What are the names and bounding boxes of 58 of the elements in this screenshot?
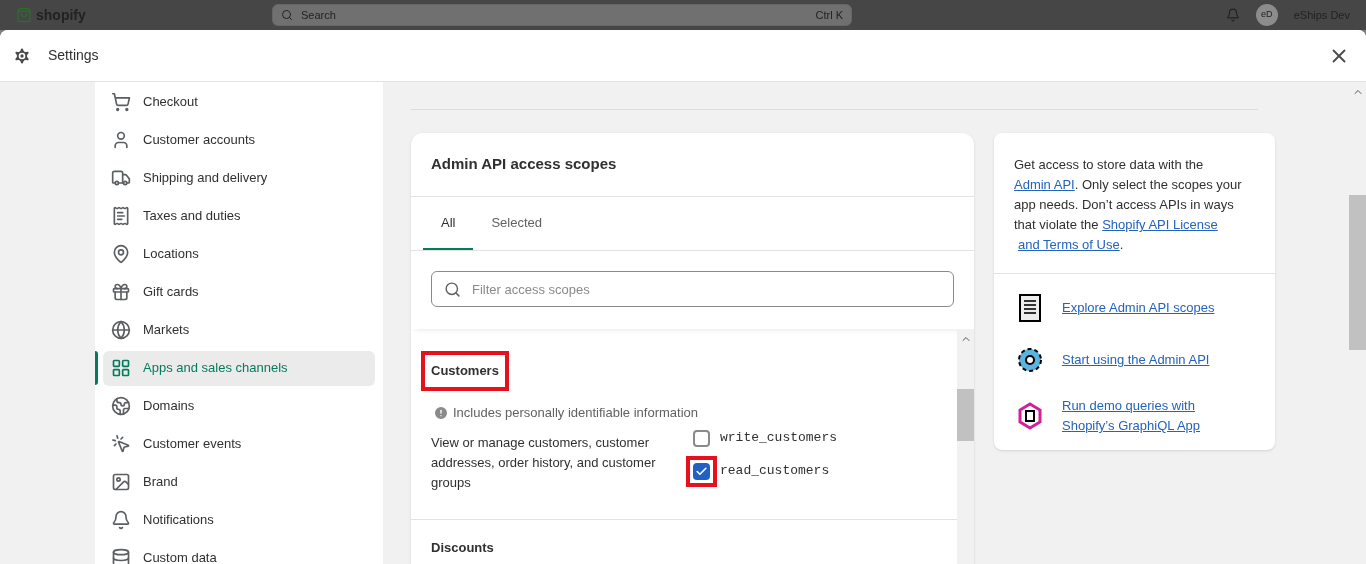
section-title: Customers [431, 363, 499, 379]
person-icon [111, 130, 131, 150]
gift-icon [111, 282, 131, 302]
scope-checkbox[interactable] [693, 429, 710, 447]
scope-name: read_customers [720, 462, 830, 481]
scope-name: write_customers [720, 429, 838, 448]
globe-icon [111, 320, 131, 340]
receipt-icon [111, 206, 131, 226]
shortcut-hint: Ctrl K [815, 7, 843, 23]
bell-icon [111, 510, 131, 530]
window-title: Settings [48, 46, 99, 65]
section-description: View or manage customers, customer addresses, order history, and customer groups [431, 433, 657, 492]
sidebar-item[interactable]: Customer events [103, 426, 375, 462]
scrollbar-thumb[interactable] [1349, 195, 1366, 350]
tab[interactable]: All [423, 197, 474, 250]
resource-link[interactable]: Run demo queries with Shopify’s GraphiQL App [1062, 396, 1222, 436]
pointer-icon [111, 434, 131, 454]
text-link[interactable]: and Terms of Use [1018, 237, 1120, 252]
scrollbar[interactable] [957, 329, 974, 564]
resource-link[interactable]: Start using the Admin API [1062, 350, 1222, 370]
alert-icon [433, 404, 449, 421]
database-icon [111, 548, 131, 564]
sidebar-item[interactable]: Brand [103, 464, 375, 500]
truck-icon [111, 168, 131, 188]
resource-link[interactable]: Explore Admin API scopes [1062, 298, 1222, 318]
scrollbar-thumb[interactable] [957, 389, 974, 441]
text-link[interactable]: Shopify API License [1102, 217, 1218, 232]
cart-icon [111, 92, 131, 112]
sidebar-item[interactable]: Gift cards [103, 274, 375, 310]
section-title: Discounts [431, 539, 494, 556]
card-title: Admin API access scopes [431, 154, 617, 175]
search-icon [444, 281, 461, 298]
sidebar-item[interactable]: Locations [103, 236, 375, 272]
tab[interactable]: Selected [473, 197, 561, 250]
image-icon [111, 472, 131, 492]
sidebar-item[interactable]: Apps and sales channels [103, 350, 375, 386]
settings-icon [12, 45, 32, 66]
sidebar-item[interactable]: Domains [103, 388, 375, 424]
bag-icon [16, 7, 32, 23]
globe-icon [111, 396, 131, 416]
sidebar-item[interactable]: Markets [103, 312, 375, 348]
sidebar-item[interactable]: Custom data [103, 540, 375, 564]
info-text: Get access to store data with the Admin API. Only select the scopes your app needs. Don’t access APIs in ways that violate the Shopify API License and Terms of Use. [994, 133, 1275, 274]
sidebar-item[interactable]: Checkout [103, 84, 375, 120]
sidebar-item[interactable]: Customer accounts [103, 122, 375, 158]
text-link[interactable]: Admin API [1014, 177, 1075, 192]
check-icon [695, 464, 708, 478]
filter-field[interactable]: Filter access scopes [431, 271, 954, 307]
sidebar-item[interactable]: Shipping and delivery [103, 160, 375, 196]
bell-icon[interactable] [1225, 8, 1240, 22]
search-icon [281, 9, 293, 21]
scope-checkbox[interactable] [693, 462, 710, 480]
pin-icon [111, 244, 131, 264]
sidebar-item[interactable]: Taxes and duties [103, 198, 375, 234]
grid-icon [111, 358, 131, 378]
notice-text: Includes personally identifiable information [453, 404, 698, 422]
sidebar-item[interactable]: Notifications [103, 502, 375, 538]
avatar[interactable]: eD [1255, 4, 1278, 26]
